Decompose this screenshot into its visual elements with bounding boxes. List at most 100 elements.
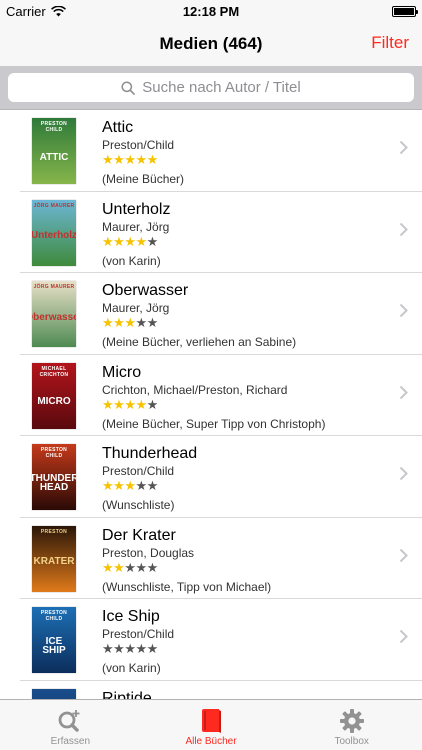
book-cover: JÖRG MAURER Unterholz bbox=[32, 199, 76, 266]
star-icon: ★ bbox=[124, 396, 136, 412]
star-icon: ★ bbox=[146, 478, 159, 493]
book-cover: PRESTON CHILD ATTIC bbox=[32, 118, 76, 184]
book-info: Micro Crichton, Michael/Preston, Richard ★… bbox=[102, 363, 392, 432]
tab-label: Toolbox bbox=[334, 736, 369, 747]
navigation-bar: Medien (464) Filter bbox=[0, 22, 422, 66]
star-icon: ★ bbox=[124, 641, 136, 656]
cover-title: Oberwasser bbox=[32, 311, 76, 323]
book-title: Der Krater bbox=[102, 526, 176, 544]
filter-button[interactable]: Filter bbox=[371, 33, 409, 53]
book-title: Riptide bbox=[102, 689, 152, 700]
book-author: Maurer, Jörg bbox=[102, 219, 170, 234]
star-icon: ★ bbox=[124, 152, 136, 167]
page-title: Medien (464) bbox=[159, 34, 263, 53]
book-author: Crichton, Michael/Preston, Richard bbox=[102, 382, 288, 397]
chevron-right-icon bbox=[399, 385, 408, 399]
cover-title: MICRO bbox=[37, 396, 71, 407]
book-info: Oberwasser Maurer, Jörg ★★★★★ (Meine Bücher… bbox=[102, 281, 392, 350]
chevron-right-icon bbox=[399, 629, 408, 644]
cover-title: ICE SHIP bbox=[42, 636, 66, 656]
book-row[interactable]: JÖRG MAURER Unterholz Unterholz Maurer, Jör… bbox=[20, 192, 422, 273]
tab-alle-buecher[interactable]: Alle Bücher bbox=[141, 700, 282, 750]
chevron-right-icon bbox=[399, 466, 408, 481]
book-row[interactable]: PRESTON CHILD THUNDER HEAD Thunderhead Pres… bbox=[20, 436, 422, 518]
book-list: PRESTON CHILD ATTIC Attic Preston/Child ★★★★… bbox=[0, 110, 422, 699]
star-icon: ★ bbox=[124, 478, 136, 493]
star-icon: ★ bbox=[113, 641, 125, 656]
book-note: (Wunschliste) bbox=[102, 498, 175, 512]
star-icon: ★ bbox=[135, 233, 147, 249]
tab-label: Alle Bücher bbox=[185, 736, 237, 747]
tab-label: Erfassen bbox=[50, 736, 91, 747]
star-icon: ★ bbox=[102, 478, 114, 493]
book-row[interactable]: JÖRG MAURER Oberwasser Oberwasser Maurer, J… bbox=[20, 273, 422, 355]
star-icon: ★ bbox=[124, 315, 136, 330]
cover-author: PRESTON CHILD bbox=[40, 447, 68, 459]
book-cover: PRESTON CHILD THUNDER HEAD bbox=[32, 444, 76, 510]
book-author: Preston/Child bbox=[102, 464, 175, 478]
book-cover: PRESTON KRATER bbox=[32, 525, 76, 592]
book-cover: JÖRG MAURER Oberwasser bbox=[32, 281, 76, 347]
rating-stars: ★★★★★ bbox=[102, 559, 392, 575]
rating-stars: ★★★★★ bbox=[102, 479, 392, 493]
star-icon: ★ bbox=[113, 478, 125, 493]
book-row[interactable]: Riptide bbox=[20, 681, 422, 700]
book-author: Preston/Child bbox=[102, 627, 175, 641]
tab-bar: Erfassen Alle Bücher Toolbox bbox=[0, 699, 422, 750]
star-icon: ★ bbox=[135, 152, 147, 167]
book-note: (Meine Bücher) bbox=[102, 172, 185, 186]
book-title: Thunderhead bbox=[102, 445, 198, 462]
cover-author: JÖRG MAURER bbox=[33, 284, 75, 290]
book-info: Unterholz Maurer, Jörg ★★★★★ (von Karin) bbox=[102, 200, 392, 269]
book-row[interactable]: PRESTON CHILD ICE SHIP Ice Ship Preston/Chi… bbox=[20, 599, 422, 681]
book-note: (Meine Bücher, Super Tipp von Christoph) bbox=[102, 416, 326, 431]
cover-title: THUNDER HEAD bbox=[32, 473, 76, 493]
star-icon: ★ bbox=[102, 641, 114, 656]
rating-stars: ★★★★★ bbox=[102, 233, 392, 249]
star-icon: ★ bbox=[102, 152, 114, 167]
cover-author: PRESTON bbox=[40, 528, 68, 535]
star-icon: ★ bbox=[146, 559, 159, 575]
book-info: Der Krater Preston, Douglas ★★★★★ (Wunschli… bbox=[102, 526, 392, 595]
star-icon: ★ bbox=[113, 559, 125, 575]
search-bar: Suche nach Autor / Titel bbox=[0, 66, 422, 110]
book-cover: PRESTON CHILD ICE SHIP bbox=[32, 607, 76, 673]
book-row[interactable]: PRESTON CHILD ATTIC Attic Preston/Child ★★★★… bbox=[20, 110, 422, 192]
star-icon: ★ bbox=[113, 396, 125, 412]
star-icon: ★ bbox=[102, 396, 114, 412]
tab-toolbox[interactable]: Toolbox bbox=[281, 700, 422, 750]
star-icon: ★ bbox=[135, 478, 147, 493]
book-note: (Meine Bücher, verliehen an Sabine) bbox=[102, 335, 297, 349]
book-author: Preston/Child bbox=[102, 138, 175, 152]
star-icon: ★ bbox=[146, 233, 159, 249]
book-note: (Wunschliste, Tipp von Michael) bbox=[102, 579, 272, 594]
book-title: Micro bbox=[102, 363, 142, 381]
star-icon: ★ bbox=[113, 152, 125, 167]
star-icon: ★ bbox=[146, 315, 159, 330]
wifi-icon bbox=[50, 5, 66, 16]
book-info: Riptide bbox=[102, 689, 392, 700]
book-info: Ice Ship Preston/Child ★★★★★ (von Karin) bbox=[102, 607, 392, 676]
chevron-right-icon bbox=[399, 140, 408, 155]
book-note: (von Karin) bbox=[102, 253, 161, 268]
star-icon: ★ bbox=[146, 152, 159, 167]
star-icon: ★ bbox=[124, 233, 136, 249]
rating-stars: ★★★★★ bbox=[102, 316, 392, 330]
cover-author: PRESTON CHILD bbox=[40, 610, 68, 622]
star-icon: ★ bbox=[146, 396, 159, 412]
gear-icon bbox=[339, 709, 364, 733]
search-placeholder: Suche nach Autor / Titel bbox=[142, 79, 301, 96]
chevron-right-icon bbox=[399, 222, 408, 236]
status-left: Carrier bbox=[6, 4, 66, 19]
battery-icon bbox=[392, 5, 418, 17]
book-row[interactable]: MICHAEL CRICHTON MICRO Micro Crichton, Mich… bbox=[20, 355, 422, 436]
cover-title: ATTIC bbox=[39, 151, 69, 163]
book-cover: MICHAEL CRICHTON MICRO bbox=[32, 362, 76, 429]
search-icon bbox=[121, 80, 136, 95]
tab-erfassen[interactable]: Erfassen bbox=[0, 700, 141, 750]
search-input[interactable]: Suche nach Autor / Titel bbox=[8, 73, 414, 102]
star-icon: ★ bbox=[135, 641, 147, 656]
book-title: Attic bbox=[102, 119, 134, 136]
book-row[interactable]: PRESTON KRATER Der Krater Preston, Douglas ★… bbox=[20, 518, 422, 599]
carrier-label: Carrier bbox=[6, 3, 46, 19]
